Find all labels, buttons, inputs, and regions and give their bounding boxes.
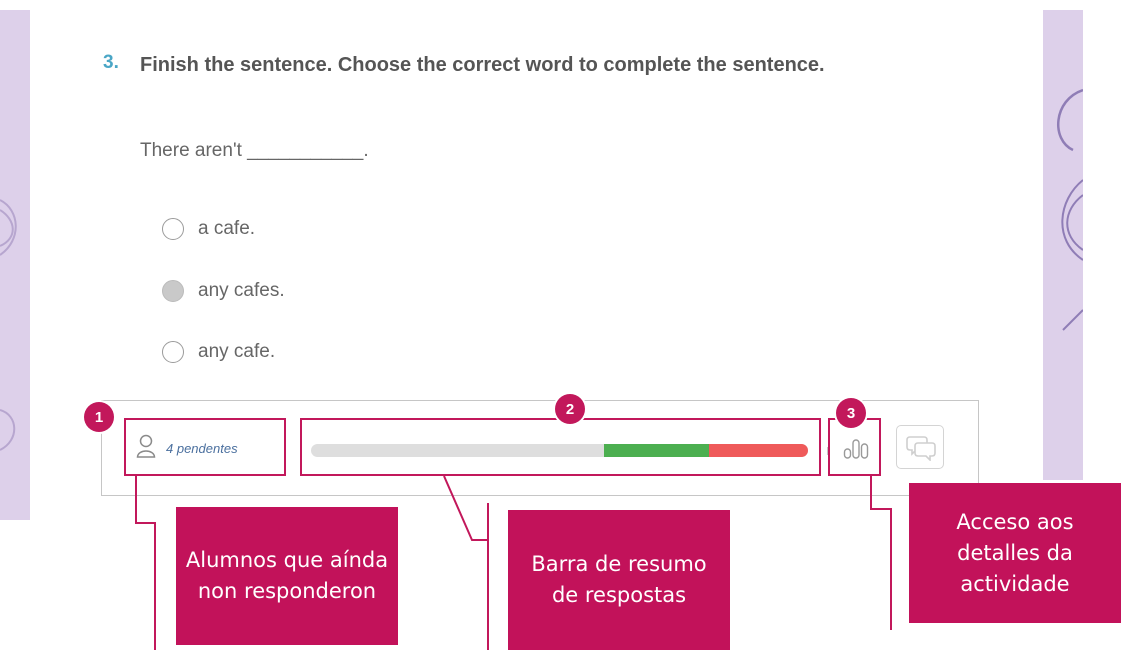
radio-button[interactable] bbox=[162, 218, 184, 240]
option-label: any cafes. bbox=[198, 280, 285, 301]
connector-line bbox=[443, 476, 488, 541]
annotation-pending: Alumnos que aínda non responderon bbox=[176, 507, 398, 645]
answer-option[interactable]: a cafe. bbox=[162, 218, 255, 240]
marker-3: 3 bbox=[836, 398, 866, 428]
bar-chart-icon[interactable] bbox=[843, 437, 869, 464]
chat-button[interactable] bbox=[896, 425, 944, 469]
option-label: any cafe. bbox=[198, 341, 276, 362]
annotation-details: Acceso aos detalles da actividade bbox=[909, 483, 1121, 623]
connector-line bbox=[870, 476, 872, 510]
radio-button-selected[interactable] bbox=[162, 280, 184, 302]
pending-students-area[interactable]: 4 pendentes bbox=[124, 418, 286, 476]
connector-line bbox=[135, 476, 137, 524]
correct-segment bbox=[604, 444, 709, 457]
question-prompt: Finish the sentence. Choose the correct … bbox=[140, 54, 825, 76]
user-icon bbox=[136, 434, 156, 463]
question-sentence: There aren't ___________. bbox=[140, 140, 369, 161]
connector-line bbox=[890, 508, 892, 630]
marker-2: 2 bbox=[555, 394, 585, 424]
pending-count: 4 pendentes bbox=[166, 441, 238, 456]
radio-button[interactable] bbox=[162, 341, 184, 363]
connector-line bbox=[154, 522, 156, 650]
connector-line bbox=[135, 522, 155, 524]
annotation-progress: Barra de resumo de respostas bbox=[508, 510, 730, 650]
connector-line bbox=[870, 508, 892, 510]
decorative-right-panel bbox=[1043, 10, 1083, 480]
connector-line bbox=[487, 503, 489, 650]
progress-area bbox=[300, 418, 828, 476]
wrong-segment bbox=[708, 444, 808, 457]
answer-summary-bar[interactable] bbox=[311, 444, 808, 457]
answer-option[interactable]: any cafe. bbox=[162, 341, 275, 363]
answer-option[interactable]: any cafes. bbox=[162, 280, 285, 302]
marker-1: 1 bbox=[84, 402, 114, 432]
decorative-left-panel bbox=[0, 10, 30, 520]
question-number: 3. bbox=[103, 52, 119, 73]
option-label: a cafe. bbox=[198, 218, 256, 239]
